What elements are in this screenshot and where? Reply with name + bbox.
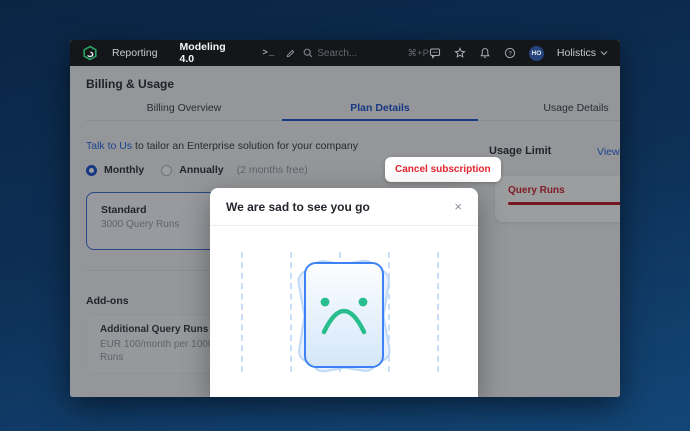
app-window: Reporting Modeling 4.0 >_ Search... ⌘+P [70,40,620,397]
chevron-down-icon [600,50,608,56]
modal-header: We are sad to see you go × [210,188,478,226]
modal-title: We are sad to see you go [226,200,370,214]
workspace-menu[interactable]: Holistics [557,47,608,59]
svg-text:?: ? [508,50,512,57]
nav-item-modeling[interactable]: Modeling 4.0 [180,41,237,65]
help-icon[interactable]: ? [504,47,516,59]
dashed-line [290,252,292,372]
user-avatar[interactable]: HO [529,46,544,61]
bell-icon[interactable] [479,47,491,59]
modal-body [210,226,478,396]
sad-face-illustration [304,262,384,368]
search-shortcut: ⌘+P [408,48,429,59]
terminal-icon[interactable]: >_ [262,48,275,58]
star-icon[interactable] [454,47,466,59]
close-icon[interactable]: × [454,200,462,213]
navbar-actions: ? HO Holistics [429,46,608,61]
workspace-label: Holistics [557,47,596,59]
search-placeholder: Search... [317,48,357,59]
search-input[interactable]: Search... [303,48,385,59]
pencil-icon[interactable] [286,49,295,58]
feedback-icon[interactable] [429,47,441,59]
holistics-logo-icon[interactable] [82,45,98,61]
desktop-background: Reporting Modeling 4.0 >_ Search... ⌘+P [0,0,690,431]
page-content: Billing & Usage Billing Overview Plan De… [70,66,620,397]
cancel-subscription-modal: We are sad to see you go × [210,188,478,397]
search-icon [303,48,313,58]
top-navbar: Reporting Modeling 4.0 >_ Search... ⌘+P [70,40,620,66]
nav-item-reporting[interactable]: Reporting [112,47,158,59]
dashed-line [437,252,439,372]
cancel-subscription-button[interactable]: Cancel subscription [385,157,501,182]
dashed-line [241,252,243,372]
